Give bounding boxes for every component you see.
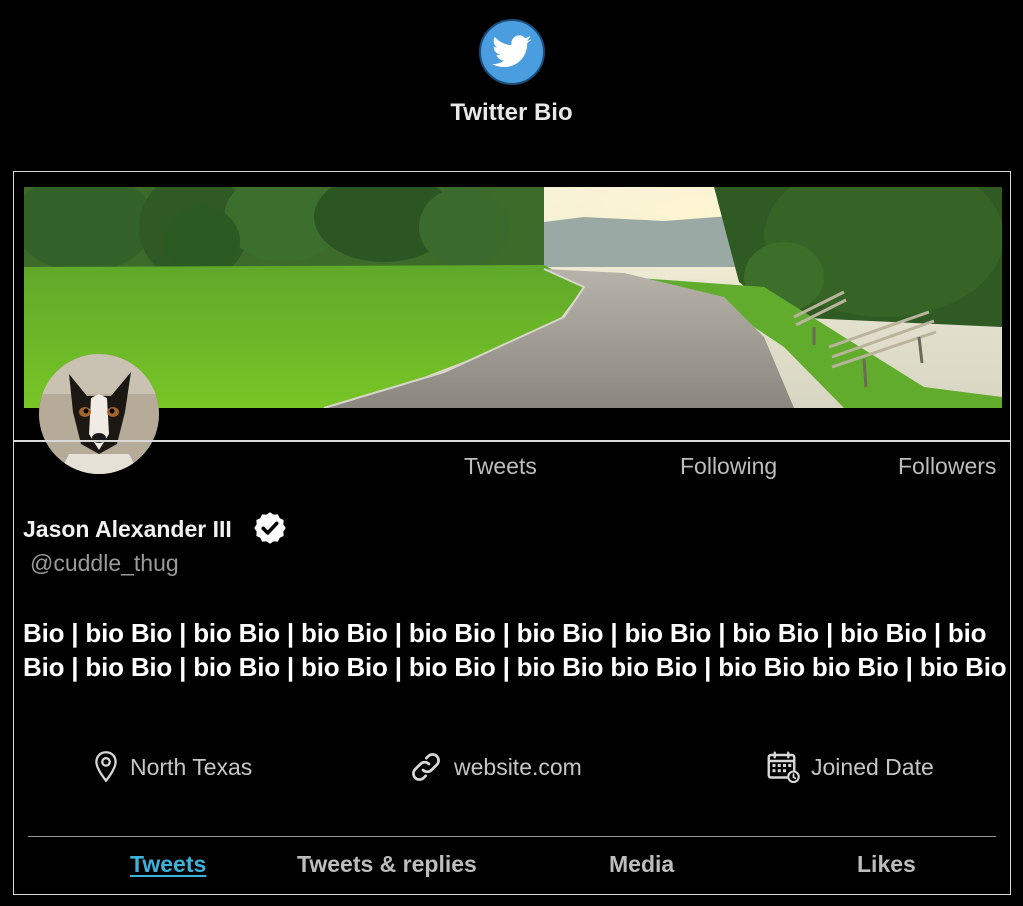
joined-item: Joined Date — [765, 747, 934, 787]
bio-line: Bio | bio Bio | bio Bio | bio Bio | bio … — [23, 618, 987, 648]
tab-tweets[interactable]: Tweets — [130, 851, 206, 878]
tabs-divider — [28, 836, 996, 837]
display-name: Jason Alexander III — [23, 516, 232, 542]
location-pin-icon — [95, 751, 117, 783]
dog-avatar-image — [39, 354, 159, 474]
banner-divider — [14, 440, 1010, 442]
bio-line: Bio | bio Bio | bio Bio | bio Bio | bio … — [23, 652, 1007, 682]
website-link[interactable]: website.com — [454, 754, 582, 781]
profile-page: Twitter Bio Tweets Following Followers J… — [0, 0, 1023, 906]
location-text: North Texas — [130, 753, 253, 780]
tweets-stat[interactable]: Tweets — [464, 453, 537, 480]
profile-card: Tweets Following Followers Jason Alexand… — [13, 171, 1011, 895]
tab-media[interactable]: Media — [609, 851, 674, 878]
user-handle: @cuddle_thug — [30, 550, 179, 576]
location-item: North Texas — [92, 747, 252, 787]
joined-text: Joined Date — [811, 753, 934, 780]
calendar-icon — [767, 751, 800, 784]
tab-likes[interactable]: Likes — [857, 851, 916, 878]
link-icon — [412, 753, 440, 781]
followers-stat[interactable]: Followers — [898, 453, 996, 480]
twitter-logo — [479, 19, 545, 85]
app-title: Twitter Bio — [450, 99, 573, 126]
bio-text: Bio | bio Bio | bio Bio | bio Bio | bio … — [23, 616, 1008, 684]
following-stat[interactable]: Following — [680, 453, 777, 480]
banner-image — [24, 187, 1002, 408]
verified-badge-icon — [254, 512, 286, 544]
twitter-bird-icon — [492, 35, 532, 67]
tab-tweets-replies[interactable]: Tweets & replies — [297, 851, 477, 878]
website-item[interactable]: website.com — [408, 747, 582, 787]
profile-avatar[interactable] — [39, 354, 159, 474]
profile-banner[interactable] — [24, 187, 1002, 408]
